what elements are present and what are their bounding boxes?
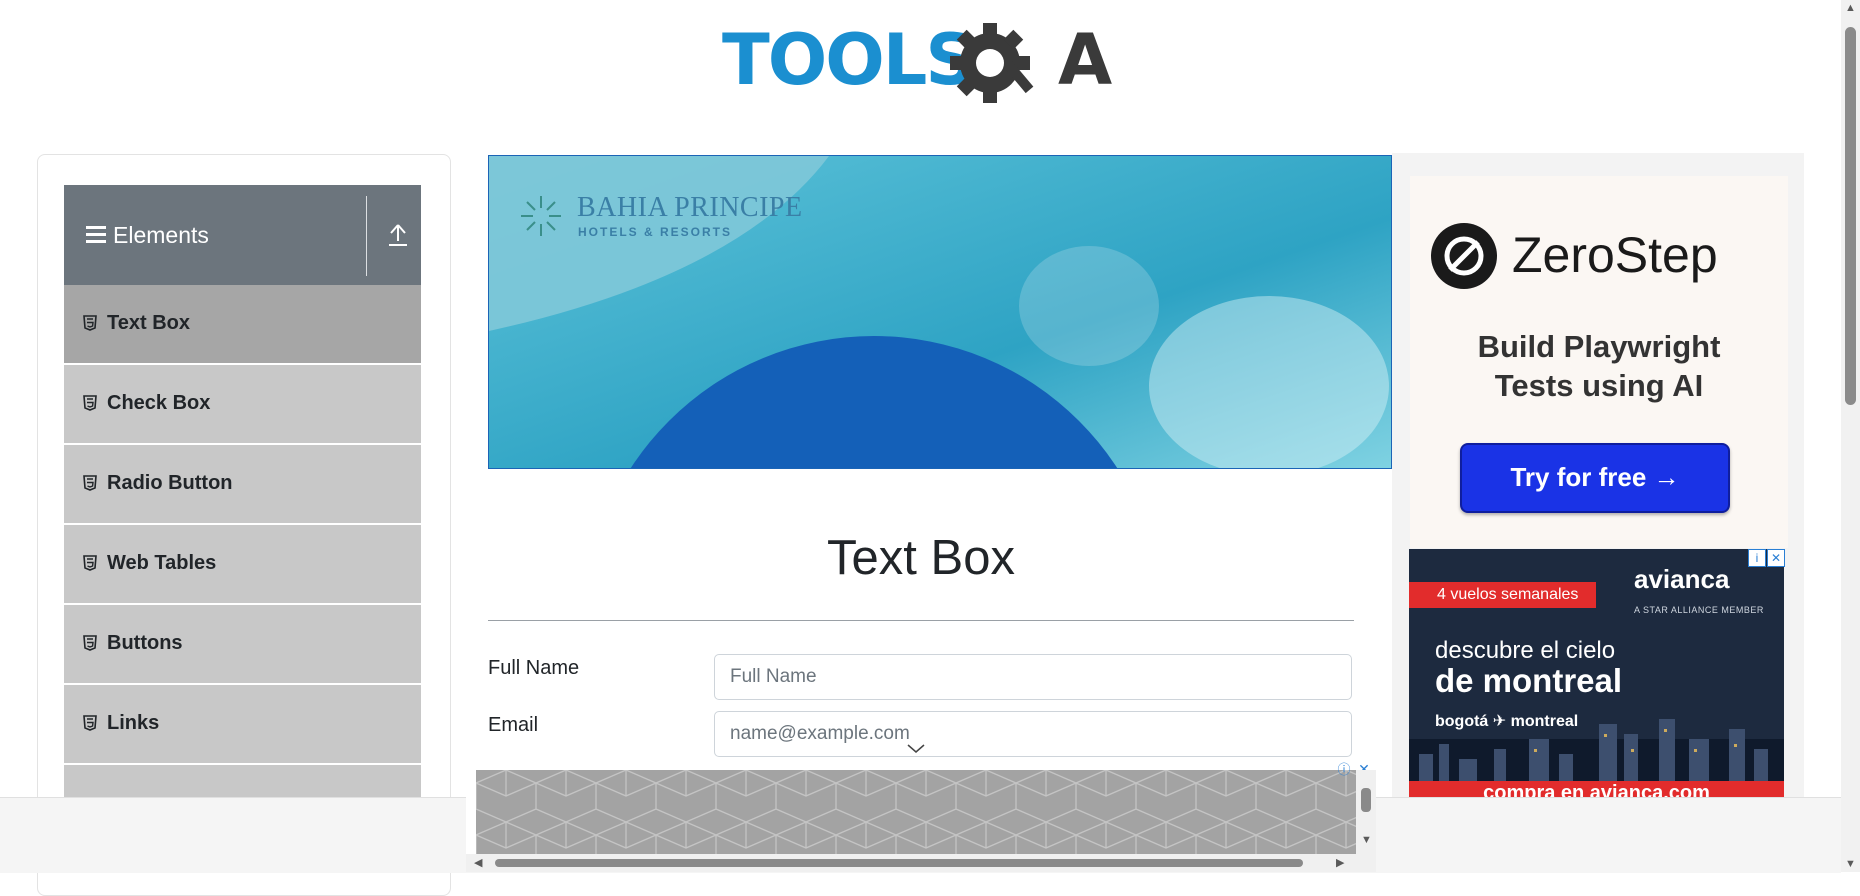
toolsqa-logo[interactable]: TOOLS A bbox=[722, 18, 1124, 116]
html5-icon bbox=[83, 315, 97, 336]
email-input[interactable] bbox=[714, 711, 1352, 757]
bottom-ad[interactable] bbox=[476, 770, 1356, 854]
banner-ad[interactable]: BAHIA PRINCIPE HOTELS & RESORTS bbox=[488, 155, 1392, 469]
ad-info-icon[interactable]: i bbox=[1748, 549, 1766, 567]
zerostep-tagline-line: Tests using AI bbox=[1494, 368, 1704, 403]
svg-text:A: A bbox=[1058, 19, 1112, 101]
bahia-logo-icon bbox=[519, 194, 563, 238]
scroll-down-arrow-icon[interactable]: ▼ bbox=[1361, 834, 1372, 846]
sidebar-item-label: Links bbox=[107, 712, 160, 734]
avianca-badge: 4 vuelos semanales bbox=[1409, 582, 1597, 608]
page-scrollbar-thumb[interactable] bbox=[1845, 27, 1856, 405]
hamburger-icon bbox=[86, 226, 106, 249]
sidebar-item-label: Check Box bbox=[107, 392, 211, 414]
avianca-ad[interactable]: 4 vuelos semanales avianca A STAR ALLIAN… bbox=[1409, 549, 1784, 799]
ad-close-icon[interactable]: ✕ bbox=[1767, 549, 1785, 567]
avianca-headline-1: descubre el cielo bbox=[1435, 637, 1616, 664]
sidebar-item-web-tables[interactable]: Web Tables bbox=[64, 525, 421, 605]
elements-group-header[interactable]: Elements bbox=[64, 185, 421, 285]
zerostep-brand: ZeroStep bbox=[1512, 227, 1718, 283]
sidebar-item-links[interactable]: Links bbox=[64, 685, 421, 765]
sidebar-item-check-box[interactable]: Check Box bbox=[64, 365, 421, 445]
svg-text:TOOLS: TOOLS bbox=[722, 19, 974, 101]
title-divider bbox=[488, 620, 1354, 621]
email-label: Email bbox=[488, 714, 539, 736]
banner-brand: BAHIA PRINCIPE bbox=[577, 192, 803, 223]
ad-info-icon[interactable]: ⓘ bbox=[1335, 761, 1353, 779]
sidebar-item-buttons[interactable]: Buttons bbox=[64, 605, 421, 685]
scroll-right-arrow-icon[interactable]: ▶ bbox=[1336, 857, 1344, 869]
group-title: Elements bbox=[113, 222, 209, 248]
sidebar-item-label: Radio Button bbox=[107, 472, 233, 494]
sidebar-item-radio-button[interactable]: Radio Button bbox=[64, 445, 421, 525]
avianca-headline-2: de montreal bbox=[1435, 662, 1623, 699]
collapse-icon[interactable] bbox=[388, 223, 408, 252]
html5-icon bbox=[83, 555, 97, 576]
zerostep-logo-icon bbox=[1430, 222, 1498, 295]
avianca-brand: avianca bbox=[1634, 564, 1730, 594]
scroll-left-arrow-icon[interactable]: ◀ bbox=[474, 857, 482, 869]
html5-icon bbox=[83, 395, 97, 416]
zerostep-tagline: Build Playwright Tests using AI bbox=[1410, 327, 1788, 405]
zerostep-tagline-line: Build Playwright bbox=[1477, 329, 1721, 364]
chevron-down-icon bbox=[907, 741, 925, 759]
full-name-label: Full Name bbox=[488, 657, 580, 679]
sidebar-item-label: Buttons bbox=[107, 632, 183, 654]
page-title: Text Box bbox=[827, 531, 1015, 585]
sidebar-item-label: Text Box bbox=[107, 312, 190, 334]
scroll-up-arrow-icon[interactable]: ▲ bbox=[1845, 2, 1856, 14]
full-name-input[interactable] bbox=[714, 654, 1352, 700]
try-for-free-button[interactable]: Try for free → bbox=[1460, 443, 1730, 513]
avianca-alliance: A STAR ALLIANCE MEMBER bbox=[1634, 605, 1764, 615]
sidebar-item-text-box[interactable]: Text Box bbox=[64, 285, 421, 365]
html5-icon bbox=[83, 475, 97, 496]
html5-icon bbox=[83, 635, 97, 656]
avianca-route: bogotá ✈ montreal bbox=[1435, 713, 1579, 730]
banner-tagline: HOTELS & RESORTS bbox=[578, 225, 733, 239]
bottom-ad-hscroll-thumb[interactable] bbox=[495, 859, 1303, 867]
bottom-ad-vscroll-thumb[interactable] bbox=[1361, 788, 1371, 812]
header-divider bbox=[366, 196, 367, 276]
scroll-down-arrow-icon[interactable]: ▼ bbox=[1845, 858, 1856, 870]
sidebar-item-label: Web Tables bbox=[107, 552, 217, 574]
html5-icon bbox=[83, 715, 97, 736]
